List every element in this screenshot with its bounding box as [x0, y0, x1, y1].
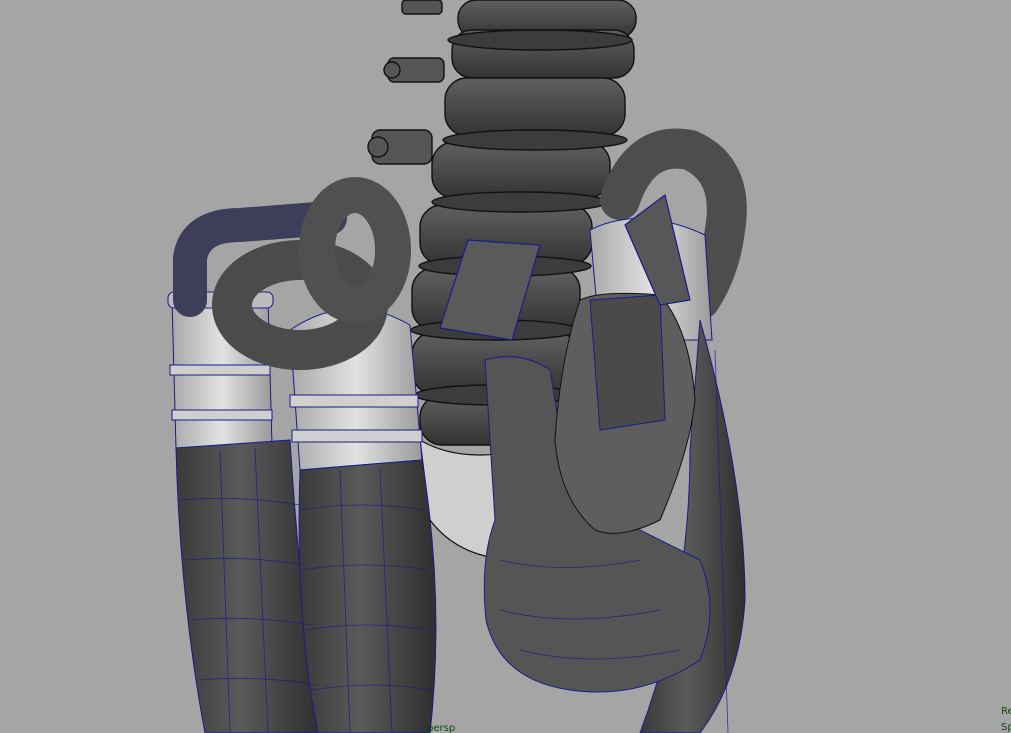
maya-perspective-viewport[interactable]: persp Re Sp — [0, 0, 1011, 733]
camera-name-label: persp — [427, 723, 456, 733]
hud-stat-line: Sp — [1001, 722, 1011, 733]
hud-stat-line: Re — [1001, 706, 1011, 717]
3d-model-render[interactable] — [0, 0, 1011, 733]
coiled-pipe — [173, 177, 411, 370]
hud-stats: Re Sp — [1001, 704, 1011, 733]
center-canister — [289, 308, 437, 733]
